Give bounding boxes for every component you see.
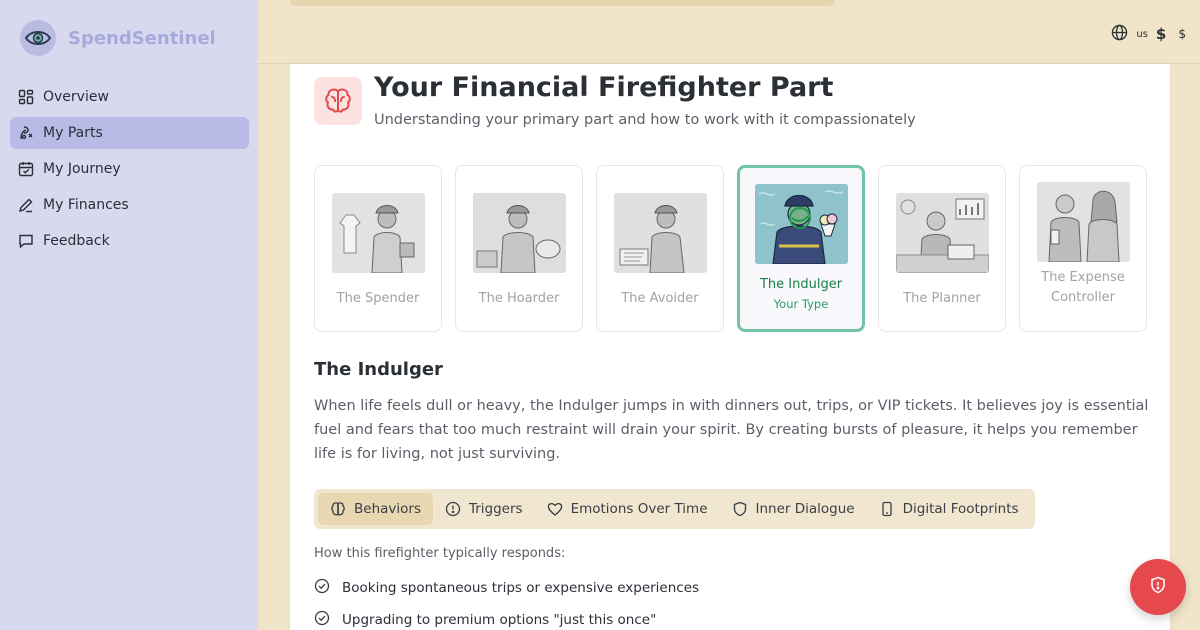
- sidebar-item-label: Feedback: [43, 233, 110, 249]
- main-card: Your Financial Firefighter Part Understa…: [290, 64, 1170, 630]
- check-circle-icon: [314, 610, 330, 630]
- tab-label: Triggers: [468, 501, 523, 517]
- part-card-indulger[interactable]: The Indulger Your Type: [737, 165, 865, 332]
- page-title: Your Financial Firefighter Part: [374, 72, 834, 103]
- page-subtitle: Understanding your primary part and how …: [374, 112, 916, 128]
- sidebar-item-label: Overview: [43, 89, 109, 105]
- tab-inner-dialogue[interactable]: Inner Dialogue: [720, 493, 867, 525]
- currency-icon[interactable]: $: [1156, 25, 1166, 43]
- sidebar-nav: Overview My Parts My Journey My Finances…: [10, 81, 249, 261]
- eye-logo-icon: [20, 20, 56, 56]
- calendar-icon: [18, 161, 34, 177]
- tab-emotions-over-time[interactable]: Emotions Over Time: [535, 493, 720, 525]
- shield-alert-icon: [1149, 576, 1167, 598]
- part-detail-description: When life feels dull or heavy, the Indul…: [314, 398, 1149, 462]
- brand-name: SpendSentinel: [68, 27, 216, 49]
- tab-triggers[interactable]: Triggers: [433, 493, 535, 525]
- brain-icon: [330, 501, 346, 517]
- tab-label: Inner Dialogue: [755, 501, 855, 517]
- currency-code[interactable]: $: [1178, 27, 1186, 41]
- globe-icon[interactable]: [1111, 24, 1128, 44]
- behaviors-intro: How this firefighter typically responds:: [314, 546, 566, 561]
- your-type-badge: Your Type: [773, 297, 829, 311]
- planner-illustration: [895, 193, 989, 273]
- detail-tabs: Behaviors Triggers Emotions Over Time In…: [314, 489, 1035, 529]
- parts-icon: [18, 125, 34, 141]
- tab-label: Digital Footprints: [902, 501, 1019, 517]
- sidebar-item-my-finances[interactable]: My Finances: [10, 189, 249, 221]
- emergency-button[interactable]: [1130, 559, 1186, 615]
- part-label: The Spender: [336, 291, 420, 306]
- part-label: The Indulger: [759, 277, 843, 292]
- shield-icon: [732, 501, 748, 517]
- tab-digital-footprints[interactable]: Digital Footprints: [867, 493, 1031, 525]
- behavior-text: Upgrading to premium options "just this …: [342, 612, 657, 628]
- part-card-expense-controller[interactable]: The Expense Controller: [1019, 165, 1147, 332]
- part-label: The Expense Controller: [1041, 270, 1125, 305]
- sidebar-item-my-parts[interactable]: My Parts: [10, 117, 249, 149]
- sidebar: SpendSentinel Overview My Parts My Journ…: [0, 0, 258, 630]
- avoider-illustration: [613, 193, 707, 273]
- sidebar-item-label: My Finances: [43, 197, 129, 213]
- pen-icon: [18, 197, 34, 213]
- part-label: The Avoider: [621, 291, 699, 306]
- part-card-hoarder[interactable]: The Hoarder: [455, 165, 583, 332]
- sidebar-item-feedback[interactable]: Feedback: [10, 225, 249, 257]
- part-card-avoider[interactable]: The Avoider: [596, 165, 724, 332]
- part-label: The Planner: [903, 291, 981, 306]
- parts-selector: The Spender The Hoarder The Avoider The …: [314, 165, 1147, 332]
- part-label: The Hoarder: [478, 291, 560, 306]
- grid-icon: [18, 89, 34, 105]
- sidebar-item-my-journey[interactable]: My Journey: [10, 153, 249, 185]
- expense-controller-illustration: [1036, 182, 1130, 262]
- part-card-spender[interactable]: The Spender: [314, 165, 442, 332]
- top-bar: us $ $: [258, 0, 1200, 64]
- sidebar-item-label: My Parts: [43, 125, 103, 141]
- indulger-illustration: [754, 184, 848, 264]
- heart-icon: [547, 501, 563, 517]
- part-card-planner[interactable]: The Planner: [878, 165, 1006, 332]
- scrolled-banner: [290, 0, 835, 6]
- sidebar-item-overview[interactable]: Overview: [10, 81, 249, 113]
- behavior-text: Booking spontaneous trips or expensive e…: [342, 580, 700, 596]
- spender-illustration: [331, 193, 425, 273]
- hoarder-illustration: [472, 193, 566, 273]
- brand[interactable]: SpendSentinel: [20, 20, 216, 56]
- sidebar-item-label: My Journey: [43, 161, 121, 177]
- behavior-item: Booking spontaneous trips or expensive e…: [314, 578, 699, 598]
- locale-currency-controls: us $ $: [1111, 24, 1186, 44]
- locale-code[interactable]: us: [1136, 29, 1148, 40]
- phone-icon: [879, 501, 895, 517]
- part-detail-title: The Indulger: [314, 359, 443, 380]
- alert-icon: [445, 501, 461, 517]
- chat-icon: [18, 233, 34, 249]
- tab-label: Emotions Over Time: [570, 501, 708, 517]
- tab-label: Behaviors: [354, 501, 421, 517]
- tab-behaviors[interactable]: Behaviors: [318, 493, 433, 525]
- check-circle-icon: [314, 578, 330, 598]
- brain-icon: [314, 77, 362, 125]
- behavior-item: Upgrading to premium options "just this …: [314, 610, 656, 630]
